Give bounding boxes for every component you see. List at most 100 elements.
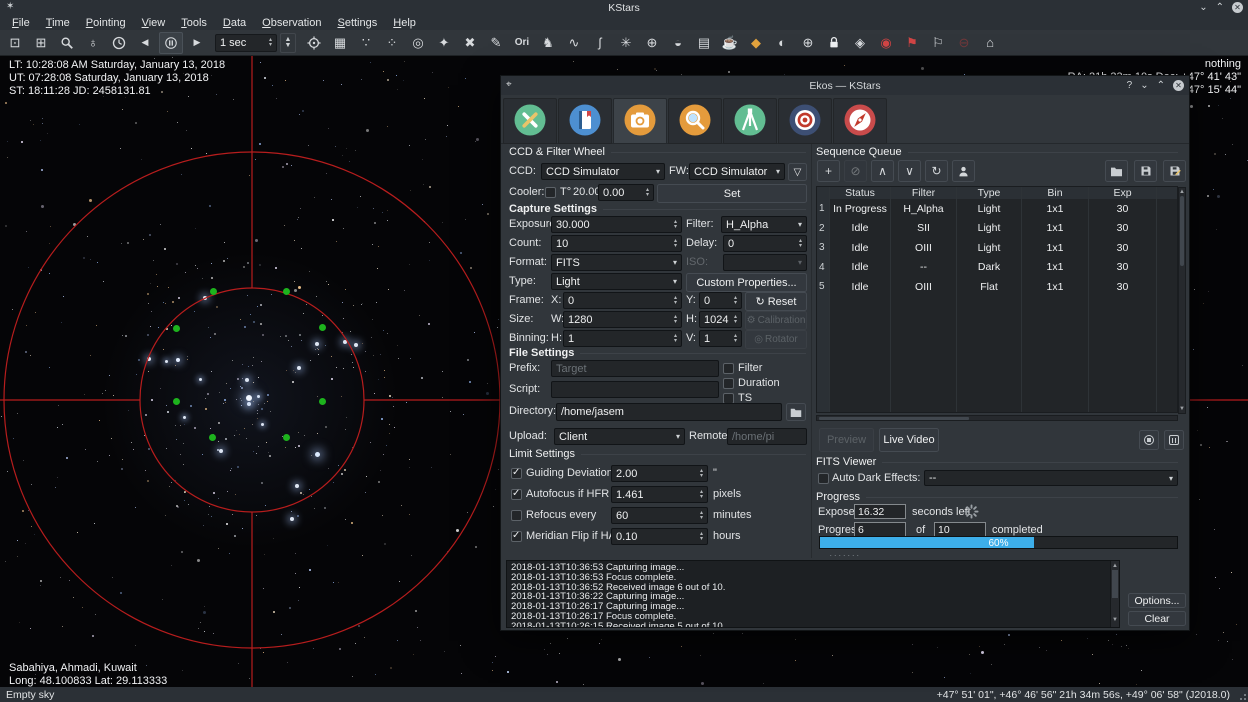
filter-suffix-checkbox[interactable] [723,363,734,374]
column-header-exp[interactable]: Exp [1089,187,1157,199]
remove-job-button[interactable]: ⊘ [844,160,867,182]
calibration-button[interactable]: ⚙Calibration [745,311,807,330]
spin-arrows[interactable]: ▴▾ [674,239,677,248]
directory-input[interactable]: /home/jasem [556,403,782,421]
ekos-maximize-button[interactable]: ⌃ [1157,79,1165,92]
zenith-icon[interactable] [302,32,326,54]
binning-v-input[interactable]: 1▴▾ [699,330,742,347]
menu-help[interactable]: Help [385,17,424,29]
toggle-equatorial-grid-icon[interactable]: ⊕ [640,32,664,54]
size-w-input[interactable]: 1280▴▾ [563,311,682,328]
add-flag-icon[interactable]: ⚑ [900,32,924,54]
list-flags-icon[interactable]: ⚐ [926,32,950,54]
filter-manager-button[interactable]: ▽ [788,163,807,181]
geographic-location-icon[interactable]: ♁ [81,32,105,54]
find-object-icon[interactable] [55,32,79,54]
reset-jobs-button[interactable]: ↻ [925,160,948,182]
autofocus-hfr-input[interactable]: 1.461▴▾ [611,486,708,503]
add-job-button[interactable]: + [817,160,840,182]
tab-mount[interactable] [723,98,777,144]
stop-capture-button[interactable] [1139,430,1159,450]
spin-arrows[interactable]: ▴▾ [734,296,737,305]
time-step-spin-arrows[interactable]: ▴▾ [269,38,272,47]
toggle-constellation-lines-icon[interactable]: ✎ [484,32,508,54]
color-picker-icon[interactable]: ◈ [848,32,872,54]
meridian-flip-checkbox[interactable] [511,531,522,542]
spin-arrows[interactable]: ▴▾ [700,469,703,478]
menu-time[interactable]: Time [38,17,78,29]
toggle-info-boxes-icon[interactable]: ▤ [692,32,716,54]
format-select[interactable]: FITS▾ [551,254,682,271]
move-job-up-button[interactable]: ∧ [871,160,894,182]
color-scheme-icon[interactable]: ◐ [770,32,794,54]
filter-wheel-select[interactable]: CCD Simulator▾ [689,163,785,180]
export-image-icon[interactable]: ⊡ [3,32,27,54]
upload-mode-select[interactable]: Client▾ [554,428,685,445]
toggle-constellation-art-icon[interactable]: ♞ [536,32,560,54]
time-step-updown-button[interactable]: ▲▼ [280,33,296,53]
size-h-input[interactable]: 1024▴▾ [699,311,742,328]
count-input[interactable]: 10▴▾ [551,235,682,252]
save-sequence-as-button[interactable] [1163,160,1186,182]
menu-data[interactable]: Data [215,17,254,29]
menu-observation[interactable]: Observation [254,17,329,29]
remove-flag-icon[interactable]: ⊖ [952,32,976,54]
exposure-input[interactable]: 30.000▴▾ [551,216,682,233]
log-splitter-handle[interactable]: ······· [501,551,1189,559]
refocus-every-input[interactable]: 60▴▾ [611,507,708,524]
tab-guide[interactable] [833,98,887,144]
observer-button[interactable] [952,160,975,182]
close-button[interactable]: ✕ [1232,2,1243,13]
temperature-setpoint-input[interactable]: 0.00▴▾ [598,184,654,201]
delay-input[interactable]: 0▴▾ [723,235,807,252]
toggle-clock-icon[interactable] [159,32,183,54]
toggle-milky-way-icon[interactable]: ʃ [588,32,612,54]
menu-pointing[interactable]: Pointing [78,17,134,29]
tab-capture[interactable] [613,98,667,144]
custom-properties-button[interactable]: Custom Properties... [686,273,807,292]
reset-frame-button[interactable]: ↻Reset [745,292,807,311]
tab-focus[interactable] [668,98,722,144]
toggle-constellation-boundaries-icon[interactable]: ∿ [562,32,586,54]
live-video-button[interactable]: Live Video [879,428,939,452]
time-step-input[interactable]: 1 sec ▴▾ [215,34,277,52]
meridian-flip-input[interactable]: 0.10▴▾ [611,528,708,545]
preview-button[interactable]: Preview [819,428,874,452]
table-horizontal-scrollbar[interactable] [816,415,1178,421]
filter-select[interactable]: H_Alpha▾ [721,216,807,233]
minimize-button[interactable]: ⌄ [1199,1,1207,14]
table-row[interactable]: 5IdleOIIIFlat1x130 [817,277,1177,297]
table-row[interactable]: 3IdleOIIILight1x130 [817,238,1177,258]
menu-file[interactable]: File [4,17,38,29]
log-scrollbar[interactable]: ▲▼ [1110,561,1119,627]
toggle-asteroids-icon[interactable]: ✖ [458,32,482,54]
open-sequence-button[interactable] [1105,160,1128,182]
ekos-minimize-button[interactable]: ⌄ [1140,79,1148,92]
clear-log-button[interactable]: Clear [1128,611,1186,626]
dome-control-icon[interactable]: ⌂ [978,32,1002,54]
toggle-ground-icon[interactable]: ◒ [666,32,690,54]
menu-settings[interactable]: Settings [329,17,385,29]
time-step-forward-icon[interactable]: ▶ [185,32,209,54]
autofocus-hfr-checkbox[interactable] [511,489,522,500]
type-select[interactable]: Light▾ [551,273,682,290]
spin-arrows[interactable]: ▴▾ [734,334,737,343]
spin-arrows[interactable]: ▴▾ [734,315,737,324]
table-row[interactable]: 2IdleSIILight1x130 [817,219,1177,239]
toggle-star-clusters-icon[interactable]: ⁘ [380,32,404,54]
table-vertical-scrollbar[interactable]: ▲▼ [1178,187,1186,414]
cooler-checkbox[interactable] [545,187,556,198]
ekos-help-button[interactable]: ? [1127,79,1133,92]
set-time-icon[interactable] [107,32,131,54]
toggle-constellation-names-icon[interactable]: Ori [510,32,534,54]
spin-arrows[interactable]: ▴▾ [674,296,677,305]
spin-arrows[interactable]: ▴▾ [674,334,677,343]
table-row[interactable]: 1In ProgressH_AlphaLight1x130 [817,199,1177,219]
menu-view[interactable]: View [134,17,174,29]
ccd-select[interactable]: CCD Simulator▾ [541,163,665,180]
guiding-deviation-checkbox[interactable] [511,468,522,479]
tab-scheduler[interactable] [558,98,612,144]
effects-select[interactable]: --▾ [924,470,1178,486]
spin-arrows[interactable]: ▴▾ [646,188,649,197]
spin-arrows[interactable]: ▴▾ [700,511,703,520]
